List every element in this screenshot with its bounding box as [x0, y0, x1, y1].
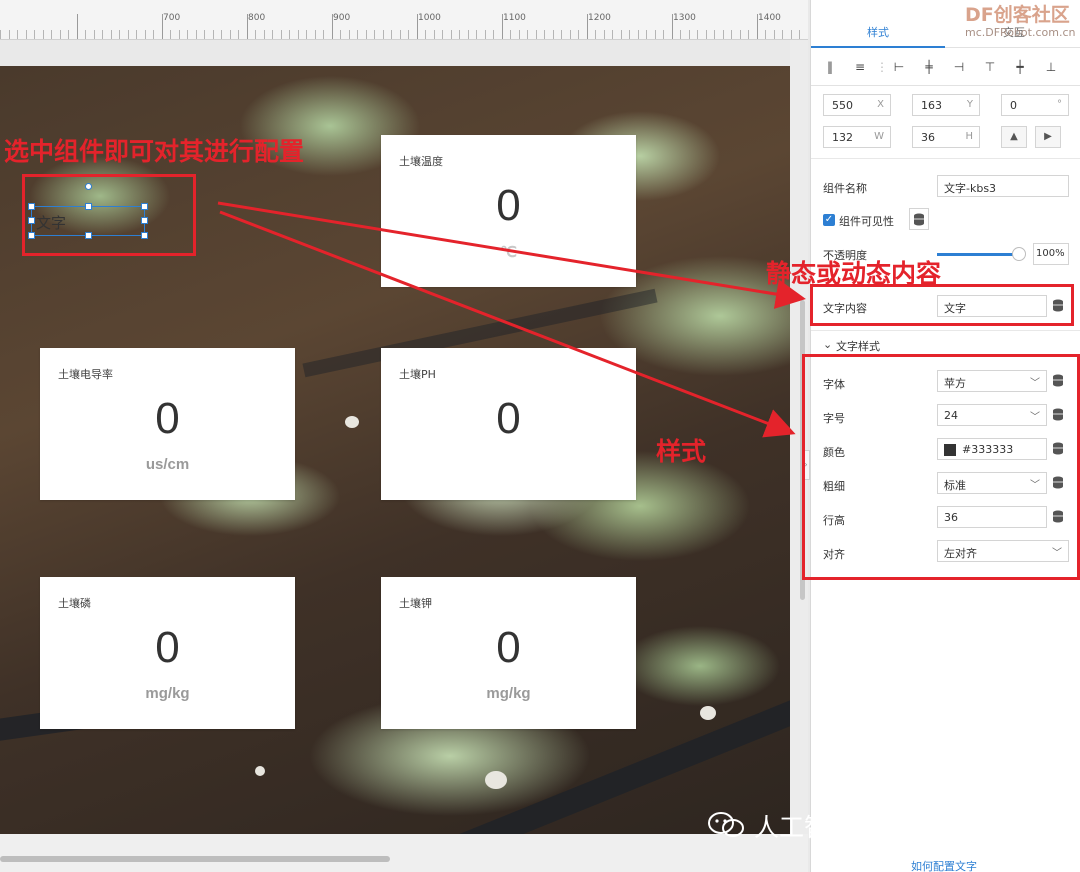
- arrow-to-content: [217, 201, 806, 309]
- editor-window: 700 800 900 1000 1100 1200 1300 1400 土壤温…: [0, 0, 1080, 872]
- arrow-to-style: [219, 210, 796, 438]
- annotation-arrows: [217, 201, 806, 438]
- footer-brand: 人工智能素养教育共同体: [754, 813, 1030, 842]
- wechat-icon: [708, 812, 744, 837]
